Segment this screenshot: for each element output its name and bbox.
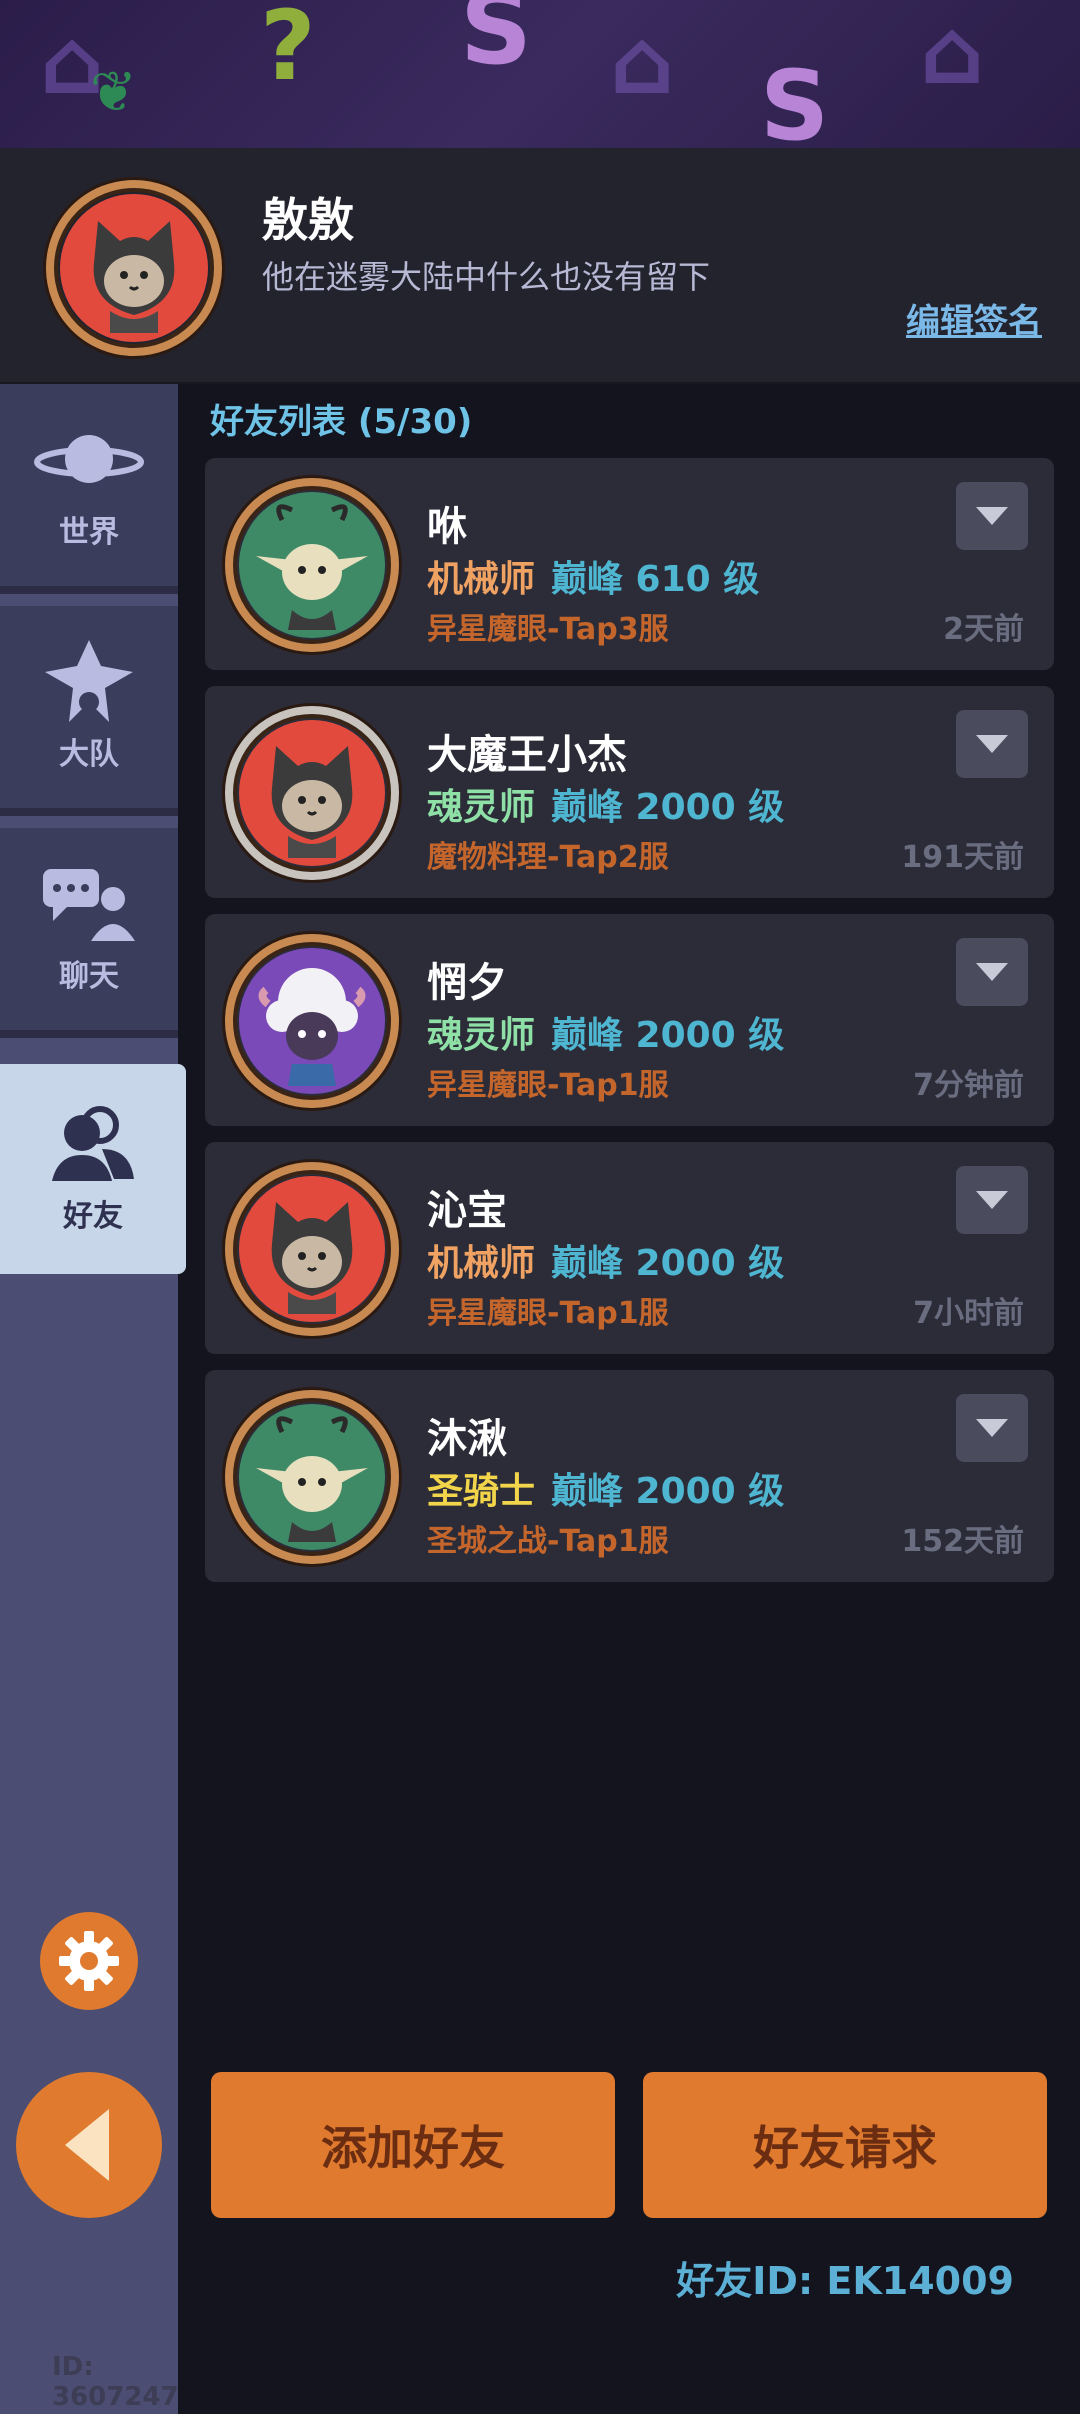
friend-class: 圣骑士 [427,1471,536,1512]
friend-requests-button[interactable]: 好友请求 [643,2072,1047,2218]
back-button[interactable] [16,2072,162,2218]
friend-class: 机械师 [427,1243,536,1284]
friend-level: 巅峰 2000 级 [551,1471,785,1512]
friend-options-button[interactable] [956,1394,1028,1462]
gear-icon [59,1931,119,1991]
top-banner: ⌂ ? S ⌂ S ⌂ ❦ [0,0,1080,150]
s-letter-decoration: S [760,50,830,150]
friend-name: 沁宝 [427,1188,507,1234]
friend-options-button[interactable] [956,1166,1028,1234]
pattern-decoration: ⌂ [610,10,675,115]
sidebar: 世界 大队 聊天 好友 ID: 3607247 [0,384,186,2414]
friend-id-label: 好友ID: EK14009 [676,2259,1014,2303]
friend-server: 魔物料理-Tap2服 [427,840,669,875]
friend-name: 惘夕 [427,960,507,1006]
friend-server: 圣城之战-Tap1服 [427,1524,669,1559]
friends-icon [38,1103,148,1183]
friend-class: 魂灵师 [427,1015,536,1056]
avatar[interactable] [225,1162,399,1336]
avatar[interactable] [225,478,399,652]
friend-card[interactable]: 沐湫 圣骑士 巅峰 2000 级 圣城之战-Tap1服 152天前 [205,1370,1054,1582]
last-online-time: 191天前 [901,840,1024,875]
last-online-time: 7分钟前 [913,1068,1024,1103]
friend-card[interactable]: 惘夕 魂灵师 巅峰 2000 级 异星魔眼-Tap1服 7分钟前 [205,914,1054,1126]
user-id-label: ID: 3607247 [52,2352,179,2412]
s-letter-decoration: S [460,0,533,87]
chevron-down-icon [976,1191,1008,1209]
chevron-down-icon [976,507,1008,525]
add-friend-button[interactable]: 添加好友 [211,2072,615,2218]
friend-name: 咻 [427,504,467,550]
friend-level: 巅峰 2000 级 [551,1243,785,1284]
avatar[interactable] [225,1390,399,1564]
friend-server: 异星魔眼-Tap3服 [427,612,669,647]
sheep-avatar-icon [258,968,366,1086]
leaf-decoration: ❦ [90,60,137,125]
friend-name: 大魔王小杰 [427,732,627,778]
cat-hood-avatar-icon [93,221,175,333]
friend-options-button[interactable] [956,938,1028,1006]
last-online-time: 7小时前 [913,1296,1024,1331]
pattern-decoration: ⌂ [920,0,985,105]
cat-hood-avatar-icon [271,1202,353,1314]
settings-button[interactable] [40,1912,138,2010]
chevron-down-icon [976,963,1008,981]
friend-class: 魂灵师 [427,787,536,828]
chevron-down-icon [976,1419,1008,1437]
friend-server: 异星魔眼-Tap1服 [427,1068,669,1103]
profile-name: 敫敫 [262,193,354,247]
friend-level: 巅峰 2000 级 [551,787,785,828]
friend-card[interactable]: 沁宝 机械师 巅峰 2000 级 异星魔眼-Tap1服 7小时前 [205,1142,1054,1354]
cat-hood-avatar-icon [271,746,353,858]
sidebar-item-world[interactable]: 世界 [0,384,178,594]
friend-server: 异星魔眼-Tap1服 [427,1296,669,1331]
avatar[interactable] [46,180,222,356]
sidebar-item-team[interactable]: 大队 [0,606,178,816]
elf-avatar-icon [256,504,368,630]
sidebar-item-chat[interactable]: 聊天 [0,828,178,1038]
chevron-down-icon [976,735,1008,753]
question-mark-decoration: ? [260,0,316,102]
profile-header: 敫敫 他在迷雾大陆中什么也没有留下 编辑签名 [0,148,1080,384]
last-online-time: 152天前 [901,1524,1024,1559]
last-online-time: 2天前 [943,612,1024,647]
friend-name: 沐湫 [427,1416,507,1462]
avatar[interactable] [225,706,399,880]
profile-signature: 他在迷雾大陆中什么也没有留下 [262,258,711,296]
friend-class: 机械师 [427,559,536,600]
friends-list-title: 好友列表 (5/30) [210,402,473,442]
back-arrow-icon [65,2109,109,2181]
friend-level: 巅峰 2000 级 [551,1015,785,1056]
avatar[interactable] [225,934,399,1108]
edit-signature-link[interactable]: 编辑签名 [906,294,1042,343]
friend-level: 巅峰 610 级 [551,559,760,600]
friend-options-button[interactable] [956,710,1028,778]
sidebar-item-friends[interactable]: 好友 [0,1064,186,1274]
friend-card[interactable]: 大魔王小杰 魂灵师 巅峰 2000 级 魔物料理-Tap2服 191天前 [205,686,1054,898]
friend-options-button[interactable] [956,482,1028,550]
team-flag-icon [34,640,144,722]
chat-icon [34,863,144,943]
elf-avatar-icon [256,1416,368,1542]
friend-card[interactable]: 咻 机械师 巅峰 610 级 异星魔眼-Tap3服 2天前 [205,458,1054,670]
planet-icon [34,419,144,499]
